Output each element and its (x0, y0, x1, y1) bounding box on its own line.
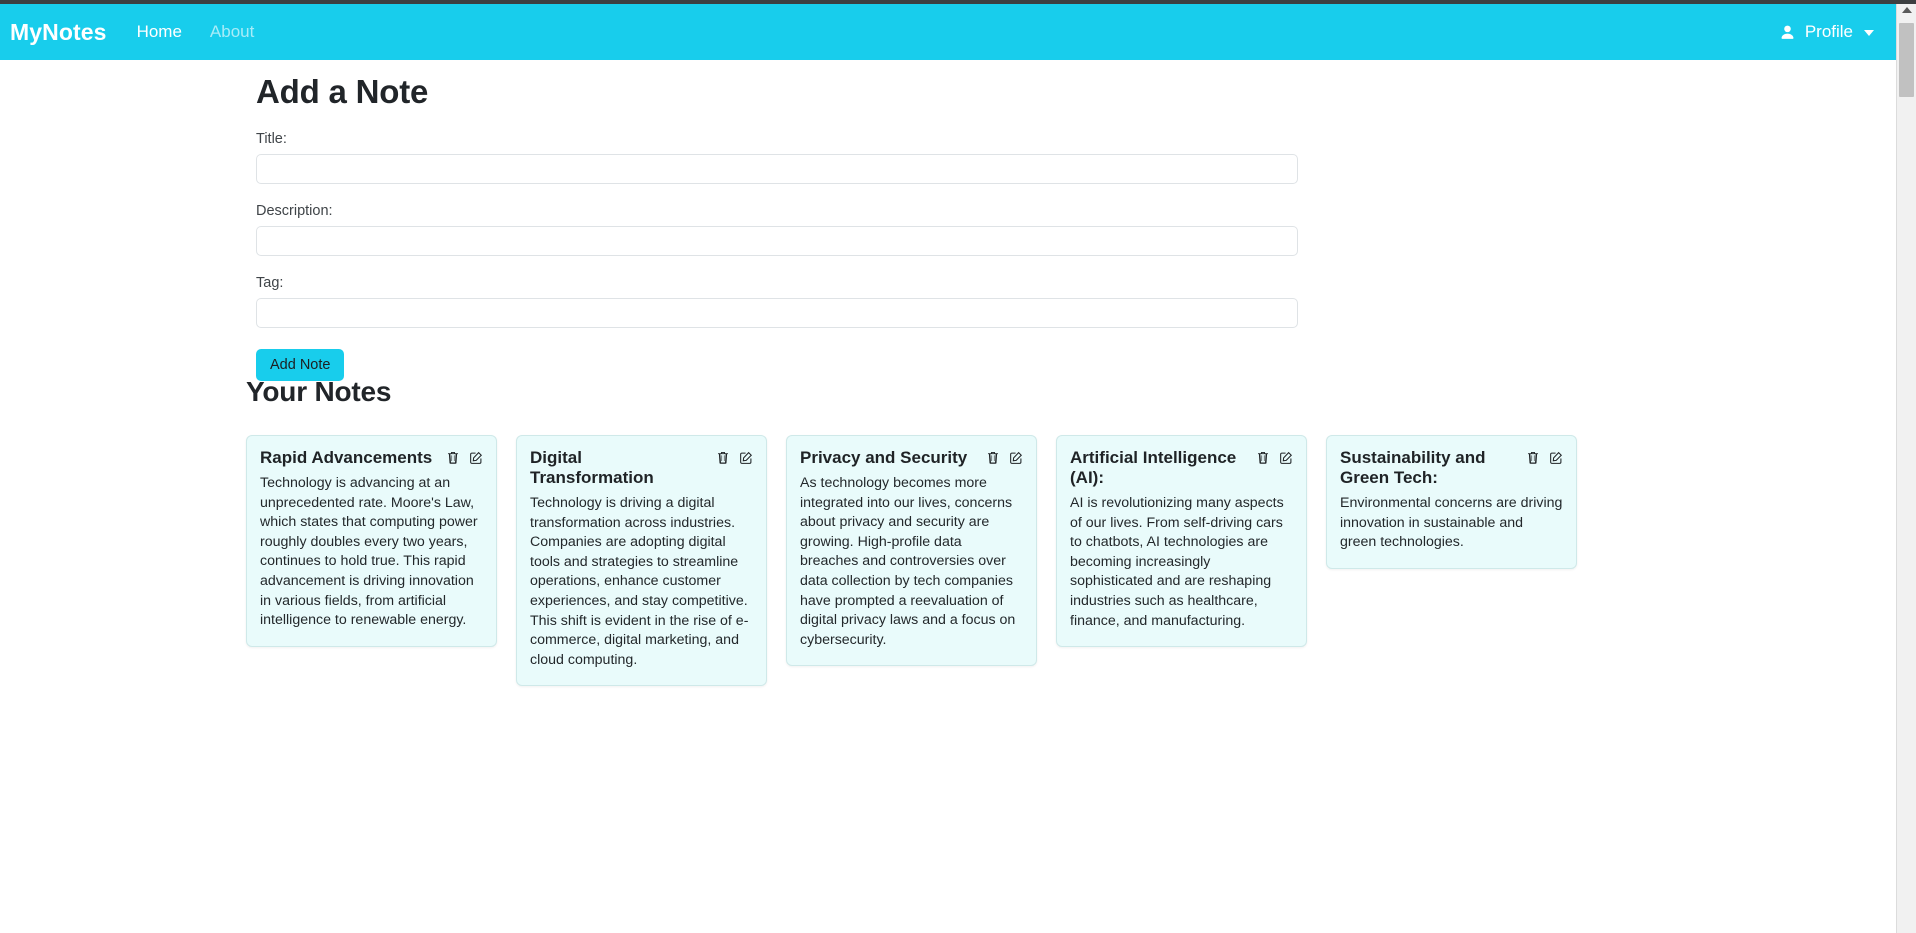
person-icon (1779, 23, 1797, 41)
profile-dropdown[interactable]: Profile (1779, 22, 1874, 42)
field-description: Description: (256, 203, 1298, 256)
description-label: Description: (256, 203, 1298, 219)
note-card-header: Digital Transformation (530, 448, 753, 488)
description-input[interactable] (256, 226, 1298, 256)
pencil-square-icon[interactable] (468, 450, 483, 465)
caret-up-icon[interactable] (1902, 7, 1912, 13)
pencil-square-icon[interactable] (1548, 450, 1563, 465)
note-description: Environmental concerns are driving innov… (1340, 494, 1563, 553)
browser-top-edge (0, 0, 1916, 4)
note-description: As technology becomes more integrated in… (800, 474, 1023, 650)
note-title: Digital Transformation (530, 448, 707, 488)
main-content: Add a Note Title: Description: Tag: Add … (0, 60, 1896, 933)
notes-grid: Rapid Advancements (246, 435, 1586, 686)
profile-label: Profile (1805, 22, 1853, 42)
nav-links: Home About (137, 22, 255, 42)
note-actions (715, 448, 753, 465)
title-input[interactable] (256, 154, 1298, 184)
note-card-header: Artificial Intelligence (AI): (1070, 448, 1293, 488)
note-card-header: Rapid Advancements (260, 448, 483, 468)
trash-icon[interactable] (445, 450, 460, 465)
note-description: Technology is advancing at an unpreceden… (260, 474, 483, 631)
chevron-down-icon (1864, 30, 1874, 36)
trash-icon[interactable] (715, 450, 730, 465)
tag-label: Tag: (256, 275, 1298, 291)
note-card[interactable]: Sustainability and Green Tech: (1326, 435, 1577, 569)
page-title: Add a Note (256, 60, 1298, 112)
note-description: Technology is driving a digital transfor… (530, 494, 753, 670)
tag-input[interactable] (256, 298, 1298, 328)
note-card[interactable]: Rapid Advancements (246, 435, 497, 647)
note-actions (1255, 448, 1293, 465)
trash-icon[interactable] (1255, 450, 1270, 465)
brand-logo[interactable]: MyNotes (10, 19, 107, 46)
trash-icon[interactable] (1525, 450, 1540, 465)
title-label: Title: (256, 131, 1298, 147)
note-title: Sustainability and Green Tech: (1340, 448, 1517, 488)
your-notes-heading: Your Notes (246, 375, 391, 409)
field-title: Title: (256, 131, 1298, 184)
pencil-square-icon[interactable] (738, 450, 753, 465)
note-actions (445, 448, 483, 465)
note-title: Privacy and Security (800, 448, 977, 468)
note-actions (1525, 448, 1563, 465)
nav-link-home[interactable]: Home (137, 22, 182, 42)
note-card-header: Sustainability and Green Tech: (1340, 448, 1563, 488)
note-card-header: Privacy and Security (800, 448, 1023, 468)
note-description: AI is revolutionizing many aspects of ou… (1070, 494, 1293, 631)
note-card[interactable]: Privacy and Security (786, 435, 1037, 666)
pencil-square-icon[interactable] (1278, 450, 1293, 465)
navbar: MyNotes Home About Profile (0, 4, 1896, 60)
pencil-square-icon[interactable] (1008, 450, 1023, 465)
note-title: Artificial Intelligence (AI): (1070, 448, 1247, 488)
note-title: Rapid Advancements (260, 448, 437, 468)
app-page: MyNotes Home About Profile Add a Note (0, 0, 1916, 933)
nav-link-about[interactable]: About (210, 22, 254, 42)
trash-icon[interactable] (985, 450, 1000, 465)
note-card[interactable]: Digital Transformation (516, 435, 767, 686)
field-tag: Tag: (256, 275, 1298, 328)
add-note-form: Add a Note Title: Description: Tag: Add … (256, 60, 1298, 381)
note-actions (985, 448, 1023, 465)
scrollbar-thumb[interactable] (1899, 23, 1914, 97)
note-card[interactable]: Artificial Intelligence (AI): (1056, 435, 1307, 647)
vertical-scrollbar[interactable] (1896, 4, 1916, 933)
